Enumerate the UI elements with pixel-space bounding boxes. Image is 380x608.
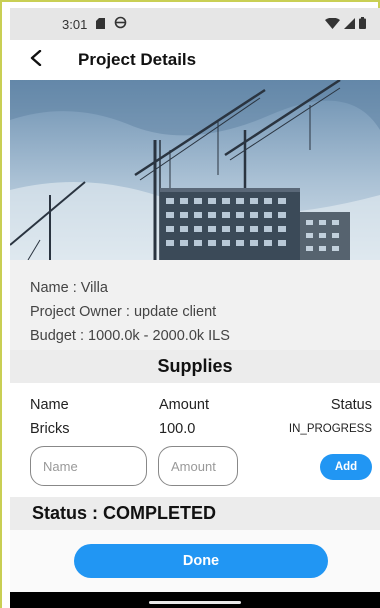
project-owner: Project Owner : update client: [30, 304, 217, 320]
construction-site-image: [10, 80, 380, 260]
footer: Done: [10, 530, 380, 592]
add-supply-form: Add: [10, 446, 380, 488]
supply-name: Bricks: [30, 421, 70, 437]
status-bar-right: [325, 16, 366, 32]
add-supply-button[interactable]: Add: [320, 454, 372, 480]
window-frame-left: [0, 0, 2, 608]
supply-amount-input[interactable]: [158, 446, 238, 486]
back-arrow-icon: [29, 49, 43, 71]
window-frame-top: [0, 0, 380, 2]
supply-amount: 100.0: [159, 421, 196, 437]
project-budget: Budget : 1000.0k - 2000.0k ILS: [30, 328, 230, 344]
home-indicator[interactable]: [149, 601, 241, 604]
done-button[interactable]: Done: [74, 544, 328, 578]
supplies-title: Supplies: [10, 350, 380, 383]
project-name: Name : Villa: [30, 280, 108, 296]
status-time: 3:01: [62, 16, 88, 32]
supply-status: IN_PROGRESS: [288, 423, 372, 435]
status-bar: 3:01: [10, 8, 380, 40]
vpn-icon: [114, 16, 127, 32]
app-bar: Project Details: [10, 40, 380, 80]
wifi-icon: [325, 17, 340, 32]
battery-icon: [359, 16, 366, 32]
sim-card-icon: [95, 17, 106, 32]
page-title: Project Details: [78, 50, 197, 69]
project-hero-image: [10, 80, 380, 260]
supplies-table: Name Amount Status Bricks 100.0 IN_PROGR…: [10, 383, 380, 497]
header-amount: Amount: [159, 397, 209, 413]
back-button[interactable]: [16, 40, 56, 80]
project-status: Status : COMPLETED: [10, 497, 380, 530]
supply-name-input[interactable]: [30, 446, 147, 486]
supplies-header-row: Name Amount Status: [10, 394, 380, 416]
project-info: Name : Villa Project Owner : update clie…: [10, 260, 380, 350]
table-row: Bricks 100.0 IN_PROGRESS: [10, 418, 380, 440]
header-name: Name: [30, 397, 69, 413]
system-navigation-bar: [10, 592, 380, 608]
signal-icon: [344, 17, 355, 32]
header-status: Status: [330, 397, 372, 413]
status-bar-left: 3:01: [62, 16, 127, 32]
